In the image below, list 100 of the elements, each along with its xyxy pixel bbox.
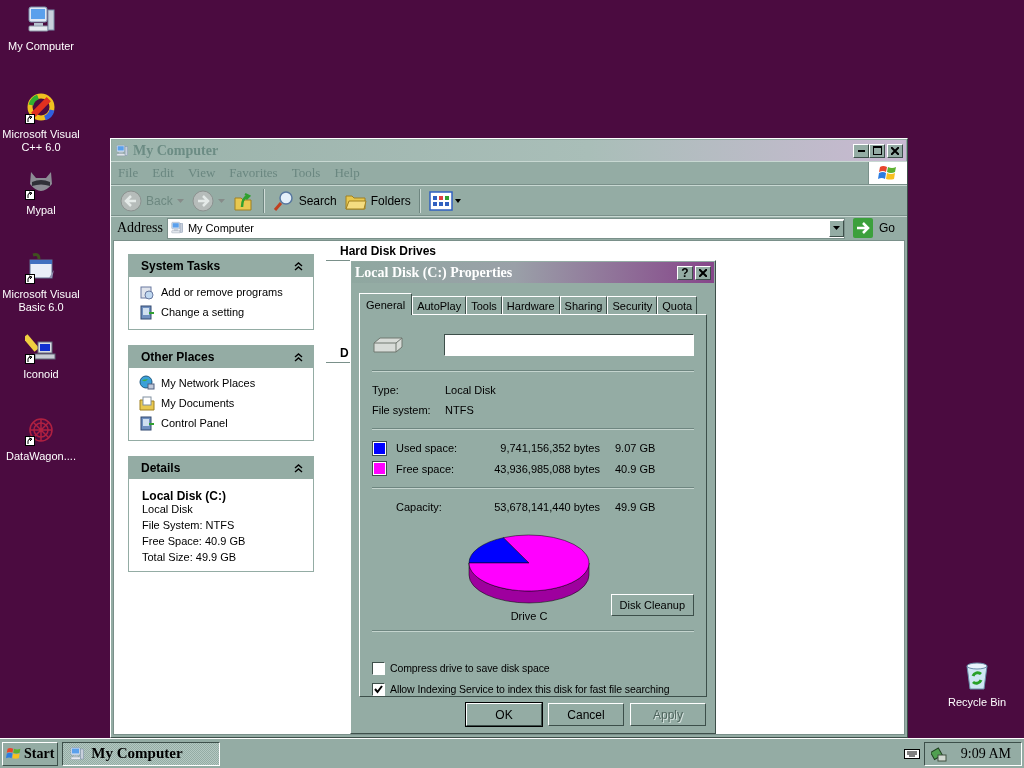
icon-label[interactable]: Microsoft Visual Basic 6.0 xyxy=(0,288,82,314)
flag-icon xyxy=(878,164,898,182)
checkbox-label[interactable]: Allow Indexing Service to index this disk for fast file searching xyxy=(390,683,670,696)
icon-label[interactable]: My Computer xyxy=(8,40,74,53)
tab[interactable]: General xyxy=(359,293,413,315)
collapse-chevron-icon[interactable] xyxy=(294,463,303,473)
details-title: Local Disk (C:) xyxy=(142,489,227,503)
caret-icon xyxy=(176,198,184,203)
close-button[interactable] xyxy=(887,143,903,158)
tab[interactable]: Sharing xyxy=(559,296,608,314)
control-panel-icon xyxy=(139,415,155,431)
maximize-button[interactable] xyxy=(869,143,885,158)
icon-label[interactable]: Microsoft Visual C++ 6.0 xyxy=(0,128,82,154)
documents-folder-icon xyxy=(139,395,155,411)
dialog-button[interactable]: OK xyxy=(466,703,542,726)
shortcut-arrow-icon xyxy=(25,114,35,124)
help-button[interactable]: ? xyxy=(677,265,693,280)
task-link[interactable]: My Network Places xyxy=(139,375,303,391)
section-heading: Hard Disk Drives xyxy=(339,244,437,258)
checkbox[interactable] xyxy=(372,683,385,696)
caret-icon xyxy=(833,226,840,230)
close-icon xyxy=(699,268,707,277)
search-button[interactable]: Search xyxy=(269,186,340,215)
drive-label: Drive C xyxy=(510,610,548,622)
details-text: File System: NTFS xyxy=(142,519,236,531)
disk-cleanup-button[interactable]: Disk Cleanup xyxy=(610,594,694,616)
pane-header[interactable]: Other Places xyxy=(129,346,313,368)
property-label: File system: xyxy=(372,404,432,417)
address-field[interactable]: My Computer xyxy=(166,217,845,239)
close-icon xyxy=(891,146,899,155)
checkbox[interactable] xyxy=(372,662,385,675)
details-text: Total Size: 49.9 GB xyxy=(142,551,238,563)
control-panel-icon xyxy=(139,304,155,320)
capacity-size: 49.9 GB xyxy=(615,501,656,514)
pane-header[interactable]: Details xyxy=(129,457,313,479)
details-text: Local Disk xyxy=(142,503,194,515)
cd-box-icon xyxy=(139,284,155,300)
tab[interactable]: Hardware xyxy=(501,296,560,314)
task-link[interactable]: My Documents xyxy=(139,395,303,411)
pane-header[interactable]: System Tasks xyxy=(129,255,313,277)
collapse-chevron-icon[interactable] xyxy=(294,352,303,362)
collapse-chevron-icon[interactable] xyxy=(294,261,303,271)
tab[interactable]: Tools xyxy=(466,296,502,314)
close-button[interactable] xyxy=(695,265,711,280)
dialog-button[interactable]: Cancel xyxy=(548,703,624,726)
space-size: 9.07 GB xyxy=(615,442,656,455)
icon-label[interactable]: Recycle Bin xyxy=(947,696,1007,709)
check-icon xyxy=(374,685,383,694)
capacity-bytes: 53,678,141,440 bytes xyxy=(493,501,600,514)
shortcut-arrow-icon xyxy=(25,190,35,200)
maximize-icon xyxy=(872,146,882,155)
icon-label[interactable]: DataWagon.... xyxy=(6,450,76,463)
network-icon[interactable] xyxy=(930,745,947,762)
minimize-button[interactable] xyxy=(853,143,869,158)
computer-icon xyxy=(169,221,184,235)
address-label: Address xyxy=(117,220,163,236)
dropdown-button[interactable] xyxy=(829,219,844,237)
task-link[interactable]: Change a setting xyxy=(139,304,303,320)
dialog-title: Local Disk (C:) Properties xyxy=(355,264,514,281)
views-grid-icon xyxy=(428,189,463,212)
space-size: 40.9 GB xyxy=(615,462,656,475)
task-link[interactable]: Control Panel xyxy=(139,415,303,431)
property-label: Type: xyxy=(372,383,400,396)
space-bytes: 9,741,156,352 bytes xyxy=(499,442,600,455)
shortcut-arrow-icon xyxy=(25,274,35,284)
caret-icon xyxy=(217,198,225,203)
tab[interactable]: AutoPlay xyxy=(412,296,467,314)
minimize-icon xyxy=(857,149,865,152)
space-bytes: 43,936,985,088 bytes xyxy=(493,462,600,475)
folders-button[interactable]: Folders xyxy=(341,186,414,215)
tab[interactable]: Security xyxy=(607,296,658,314)
space-label: Free space: xyxy=(396,462,456,475)
clock[interactable]: 9:09 AM xyxy=(960,745,1011,762)
details-text: Free Space: 40.9 GB xyxy=(142,535,247,547)
computer-icon xyxy=(115,142,129,159)
go-button[interactable]: Go xyxy=(849,218,901,238)
task-link[interactable]: Add or remove programs xyxy=(139,284,303,300)
shortcut-arrow-icon xyxy=(25,354,35,364)
computer-icon xyxy=(69,745,86,762)
globe-computer-icon xyxy=(139,375,155,391)
taskbar-button[interactable]: My Computer xyxy=(62,741,221,766)
property-value: NTFS xyxy=(445,404,474,417)
name-field[interactable] xyxy=(444,334,694,357)
section-heading: D xyxy=(339,346,350,360)
pane-title: Other Places xyxy=(141,350,215,364)
shortcut-arrow-icon xyxy=(25,436,35,446)
flag-icon xyxy=(6,746,22,761)
keyboard-icon[interactable] xyxy=(903,748,920,759)
capacity-label: Capacity: xyxy=(396,501,443,514)
go-arrow-icon xyxy=(853,218,873,238)
start-button[interactable]: Start xyxy=(2,741,59,766)
property-value: Local Disk xyxy=(445,383,496,396)
space-label: Used space: xyxy=(396,442,459,455)
icon-label[interactable]: Mypal xyxy=(26,204,56,217)
tab[interactable]: Quota xyxy=(657,296,698,314)
checkbox-label[interactable]: Compress drive to save disk space xyxy=(390,662,550,675)
search-icon xyxy=(272,189,295,212)
hard-drive-icon xyxy=(372,335,404,356)
icon-label[interactable]: Iconoid xyxy=(23,368,59,381)
pane-title: Details xyxy=(141,461,181,475)
